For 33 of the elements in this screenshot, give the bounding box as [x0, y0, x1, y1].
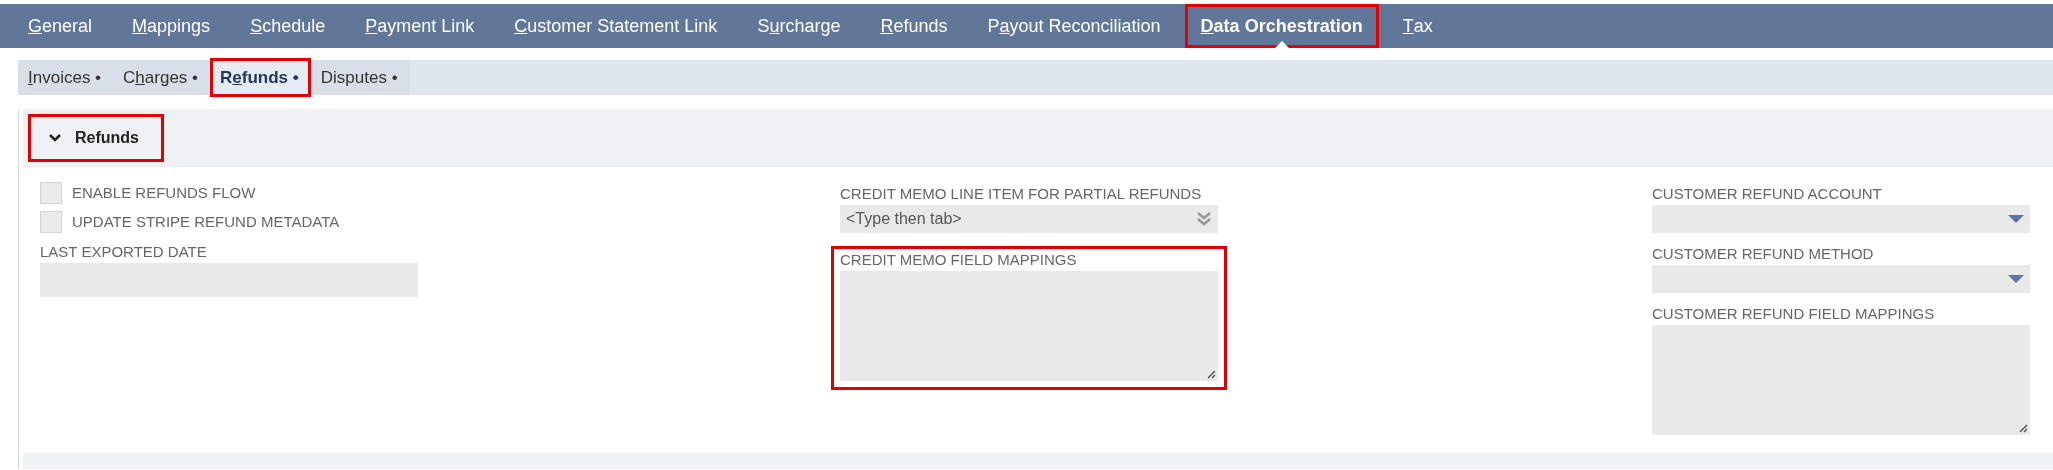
field-label: LAST EXPORTED DATE [40, 243, 208, 260]
sub-tab[interactable]: Refunds • [212, 60, 309, 95]
field-label: CUSTOMER REFUND ACCOUNT [1652, 185, 1883, 202]
resize-grip-icon[interactable] [1206, 369, 1216, 379]
dropdown-field[interactable] [1652, 205, 2030, 233]
caret-icon [2008, 214, 2024, 224]
checkbox-label: UPDATE STRIPE REFUND METADATA [72, 213, 340, 230]
checkbox-label: ENABLE REFUNDS FLOW [72, 184, 256, 201]
nav-tab[interactable]: Surcharge [741, 4, 857, 48]
sub-tab[interactable]: Charges • [115, 60, 209, 95]
sub-tab[interactable]: Disputes • [312, 60, 408, 95]
nav-tab[interactable]: General [12, 4, 109, 48]
nav-tab[interactable]: Payment Link [349, 4, 491, 48]
nav-tab[interactable]: Customer Statement Link [498, 4, 734, 48]
checkbox[interactable] [40, 210, 62, 233]
section-toggle[interactable]: Refunds [31, 117, 161, 159]
double-chevron-icon [1196, 211, 1212, 227]
sub-tab[interactable]: Invoices • [20, 60, 112, 95]
nav-tab[interactable]: Refunds [864, 4, 964, 48]
field-label: CUSTOMER REFUND FIELD MAPPINGS [1652, 305, 1936, 322]
combo-field[interactable]: <Type then tab> [840, 205, 1218, 233]
field-label: CREDIT MEMO FIELD MAPPINGS [840, 251, 1078, 268]
nav-tab[interactable]: Mappings [116, 4, 227, 48]
nav-tab[interactable]: Data Orchestration [1184, 4, 1379, 48]
nav-tab[interactable]: Schedule [234, 4, 342, 48]
resize-grip-icon[interactable] [2018, 423, 2028, 433]
checkbox[interactable] [40, 181, 62, 204]
caret-icon [2008, 274, 2024, 284]
nav-tab[interactable]: Tax [1386, 4, 1449, 48]
field-label: CREDIT MEMO LINE ITEM FOR PARTIAL REFUNDS [840, 185, 1203, 202]
nav-tab[interactable]: Payout Reconciliation [971, 4, 1177, 48]
field-label: CUSTOMER REFUND METHOD [1652, 245, 1875, 262]
dropdown-field[interactable] [1652, 265, 2030, 293]
